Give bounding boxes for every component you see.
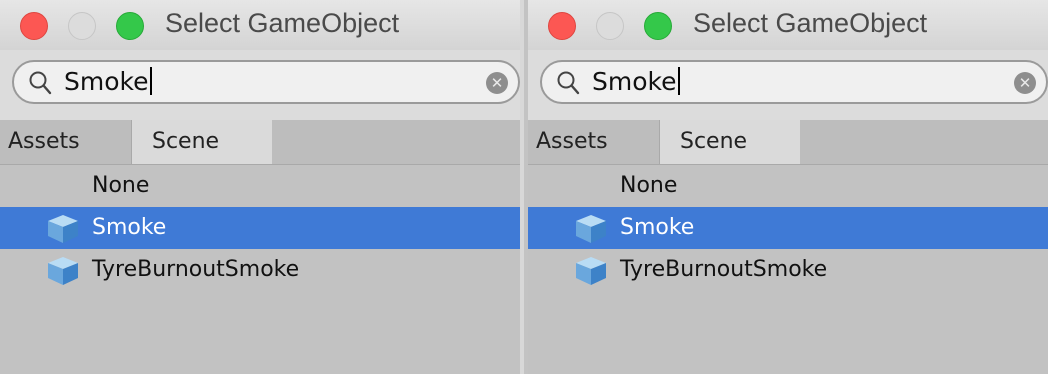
clear-search-icon[interactable]: ✕ bbox=[1014, 72, 1036, 94]
search-input-value: Smoke bbox=[592, 67, 677, 96]
text-caret bbox=[149, 67, 152, 95]
list-item-label: TyreBurnoutSmoke bbox=[620, 257, 828, 282]
title-bar: Select GameObject bbox=[528, 0, 1048, 51]
title-bar: Select GameObject bbox=[0, 0, 520, 51]
list-item-smoke[interactable]: Smoke bbox=[0, 207, 520, 249]
gameobject-cube-icon bbox=[576, 215, 606, 243]
tab-scene[interactable]: Scene bbox=[660, 120, 800, 164]
list-item-label: None bbox=[92, 173, 150, 198]
tab-bar: Assets Scene bbox=[528, 120, 1048, 165]
close-window-button[interactable] bbox=[20, 12, 48, 40]
tab-bar: Assets Scene bbox=[0, 120, 520, 165]
search-input[interactable]: Smoke ✕ bbox=[540, 60, 1048, 104]
text-caret bbox=[677, 67, 680, 95]
search-input[interactable]: Smoke ✕ bbox=[12, 60, 520, 104]
minimize-window-button[interactable] bbox=[68, 12, 96, 40]
window-title: Select GameObject bbox=[693, 8, 928, 38]
object-list: None Smoke TyreBurnoutSmoke bbox=[528, 165, 1048, 374]
window-title: Select GameObject bbox=[165, 8, 400, 38]
search-icon bbox=[557, 71, 580, 95]
gameobject-cube-icon bbox=[576, 257, 606, 285]
maximize-window-button[interactable] bbox=[116, 12, 144, 40]
object-list: None Smoke TyreBurnoutSmoke bbox=[0, 165, 520, 374]
maximize-window-button[interactable] bbox=[644, 12, 672, 40]
tab-scene[interactable]: Scene bbox=[132, 120, 272, 164]
close-window-button[interactable] bbox=[548, 12, 576, 40]
select-gameobject-window-right: Select GameObject Smoke ✕ Assets Scene N… bbox=[528, 0, 1048, 374]
search-input-value: Smoke bbox=[64, 67, 149, 96]
list-item-tyreburnoutsmoke[interactable]: TyreBurnoutSmoke bbox=[528, 249, 1048, 291]
list-item-tyreburnoutsmoke[interactable]: TyreBurnoutSmoke bbox=[0, 249, 520, 291]
list-item-label: TyreBurnoutSmoke bbox=[92, 257, 300, 282]
tab-assets[interactable]: Assets bbox=[528, 120, 660, 164]
select-gameobject-window-left: Select GameObject Smoke ✕ Assets Scene N… bbox=[0, 0, 524, 374]
list-item-none[interactable]: None bbox=[0, 165, 520, 207]
search-row: Smoke ✕ bbox=[0, 50, 520, 120]
list-item-label: Smoke bbox=[92, 215, 167, 240]
list-item-none[interactable]: None bbox=[528, 165, 1048, 207]
list-item-smoke[interactable]: Smoke bbox=[528, 207, 1048, 249]
gameobject-cube-icon bbox=[48, 215, 78, 243]
search-icon bbox=[29, 71, 52, 95]
gameobject-cube-icon bbox=[48, 257, 78, 285]
tab-assets[interactable]: Assets bbox=[0, 120, 132, 164]
list-item-label: Smoke bbox=[620, 215, 695, 240]
list-item-label: None bbox=[620, 173, 678, 198]
clear-search-icon[interactable]: ✕ bbox=[486, 72, 508, 94]
search-row: Smoke ✕ bbox=[528, 50, 1048, 120]
minimize-window-button[interactable] bbox=[596, 12, 624, 40]
